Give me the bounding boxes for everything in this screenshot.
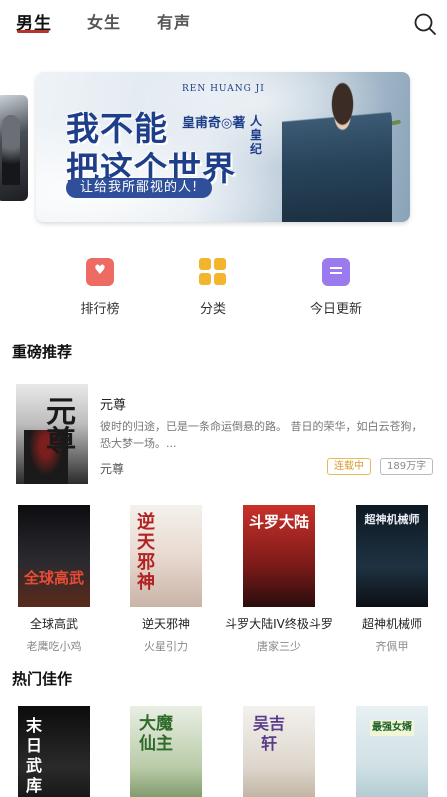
book-card[interactable]: 最强女婿 xyxy=(346,706,438,797)
book-cover[interactable]: 最强女婿 xyxy=(356,706,428,797)
book-card[interactable]: 大魔仙主 xyxy=(120,706,212,797)
cover-title-text: 大魔仙主 xyxy=(139,714,173,754)
cover-title-text: 逆天邪神 xyxy=(137,512,155,593)
book-author: 火星引力 xyxy=(144,640,188,653)
cover-title-text: 超神机械师 xyxy=(364,513,420,526)
banner-peek-figure xyxy=(2,115,20,185)
book-card[interactable]: 全球高武 全球高武 老鹰吃小鸡 xyxy=(8,505,100,654)
banner-pinyin: REN HUANG JI xyxy=(182,84,265,94)
book-cover[interactable]: 逆天邪神 xyxy=(130,505,202,607)
cover-title-text: 全球高武 xyxy=(23,569,84,587)
cover-title-text: 斗罗大陆 xyxy=(248,513,309,531)
banner-series: 人皇纪 xyxy=(250,114,263,156)
book-icon xyxy=(322,258,350,286)
book-card[interactable]: 逆天邪神 逆天邪神 火星引力 xyxy=(120,505,212,654)
book-cover[interactable]: 大魔仙主 xyxy=(130,706,202,797)
book-cover[interactable]: 末日武库 xyxy=(18,706,90,797)
top-tab-bar: 男生 女生 有声 xyxy=(0,0,447,46)
featured-book-description: 彼时的归途，已是一条命运倒悬的路。 昔日的荣华，如白云苍狗，恐大梦一场。... xyxy=(100,420,423,450)
book-title: 斗罗大陆IV终极斗罗 xyxy=(225,617,333,631)
cover-title-text: 最强女婿 xyxy=(370,720,414,736)
tab-audio[interactable]: 有声 xyxy=(157,9,191,33)
book-cover[interactable]: 吴吉轩 xyxy=(243,706,315,797)
shortcut-ranking[interactable]: 排行榜 xyxy=(55,258,145,317)
word-count-badge: 189万字 xyxy=(380,458,434,475)
book-title: 全球高武 xyxy=(29,617,78,631)
shortcut-category-label: 分类 xyxy=(199,302,226,317)
cover-title-text: 吴吉轩 xyxy=(252,714,285,753)
search-button[interactable] xyxy=(413,12,437,36)
book-card[interactable]: 超神机械师 超神机械师 齐佩甲 xyxy=(346,505,438,654)
banner-author: 皇甫奇◎著 xyxy=(182,116,246,131)
banner-slide[interactable]: REN HUANG JI 我不能 皇甫奇◎著 人皇纪 把这个世界 让给我所鄙视的… xyxy=(36,72,410,222)
banner-slogan: 让给我所鄙视的人! xyxy=(66,178,213,198)
search-icon xyxy=(414,13,436,35)
shortcut-today-update-label: 今日更新 xyxy=(309,302,362,317)
book-cover[interactable]: 全球高武 xyxy=(18,505,90,607)
book-author: 唐家三少 xyxy=(257,640,301,653)
banner-hero-figure xyxy=(282,78,392,222)
book-title: 超神机械师 xyxy=(361,617,422,631)
shortcut-today-update[interactable]: 今日更新 xyxy=(291,258,381,317)
book-card[interactable]: 末日武库 xyxy=(8,706,100,797)
book-cover[interactable]: 超神机械师 xyxy=(356,505,428,607)
book-card[interactable]: 斗罗大陆 斗罗大陆IV终极斗罗 唐家三少 xyxy=(225,505,333,654)
book-author: 齐佩甲 xyxy=(375,640,409,653)
featured-book-author: 元尊 xyxy=(100,462,125,476)
tab-female[interactable]: 女生 xyxy=(87,9,121,33)
featured-book-title[interactable]: 元尊 xyxy=(100,394,126,413)
shortcut-ranking-label: 排行榜 xyxy=(80,302,120,317)
section-title-hot: 热门佳作 xyxy=(12,670,73,688)
active-tab-indicator xyxy=(17,30,49,33)
cover-title-text: 末日武库 xyxy=(25,716,42,795)
status-badge: 连载中 xyxy=(327,458,371,475)
shortcut-category[interactable]: 分类 xyxy=(168,258,258,317)
banner-previous-slide[interactable] xyxy=(0,95,28,201)
heart-badge-icon xyxy=(86,258,114,286)
grid-icon xyxy=(199,258,227,286)
book-author: 老鹰吃小鸡 xyxy=(26,640,82,653)
featured-book-cover[interactable]: 元尊 xyxy=(16,384,88,484)
book-title: 逆天邪神 xyxy=(141,617,190,631)
section-title-recommend: 重磅推荐 xyxy=(12,343,73,361)
book-card[interactable]: 吴吉轩 xyxy=(233,706,325,797)
book-cover[interactable]: 斗罗大陆 xyxy=(243,505,315,607)
cover-title-text: 元尊 xyxy=(46,395,76,460)
